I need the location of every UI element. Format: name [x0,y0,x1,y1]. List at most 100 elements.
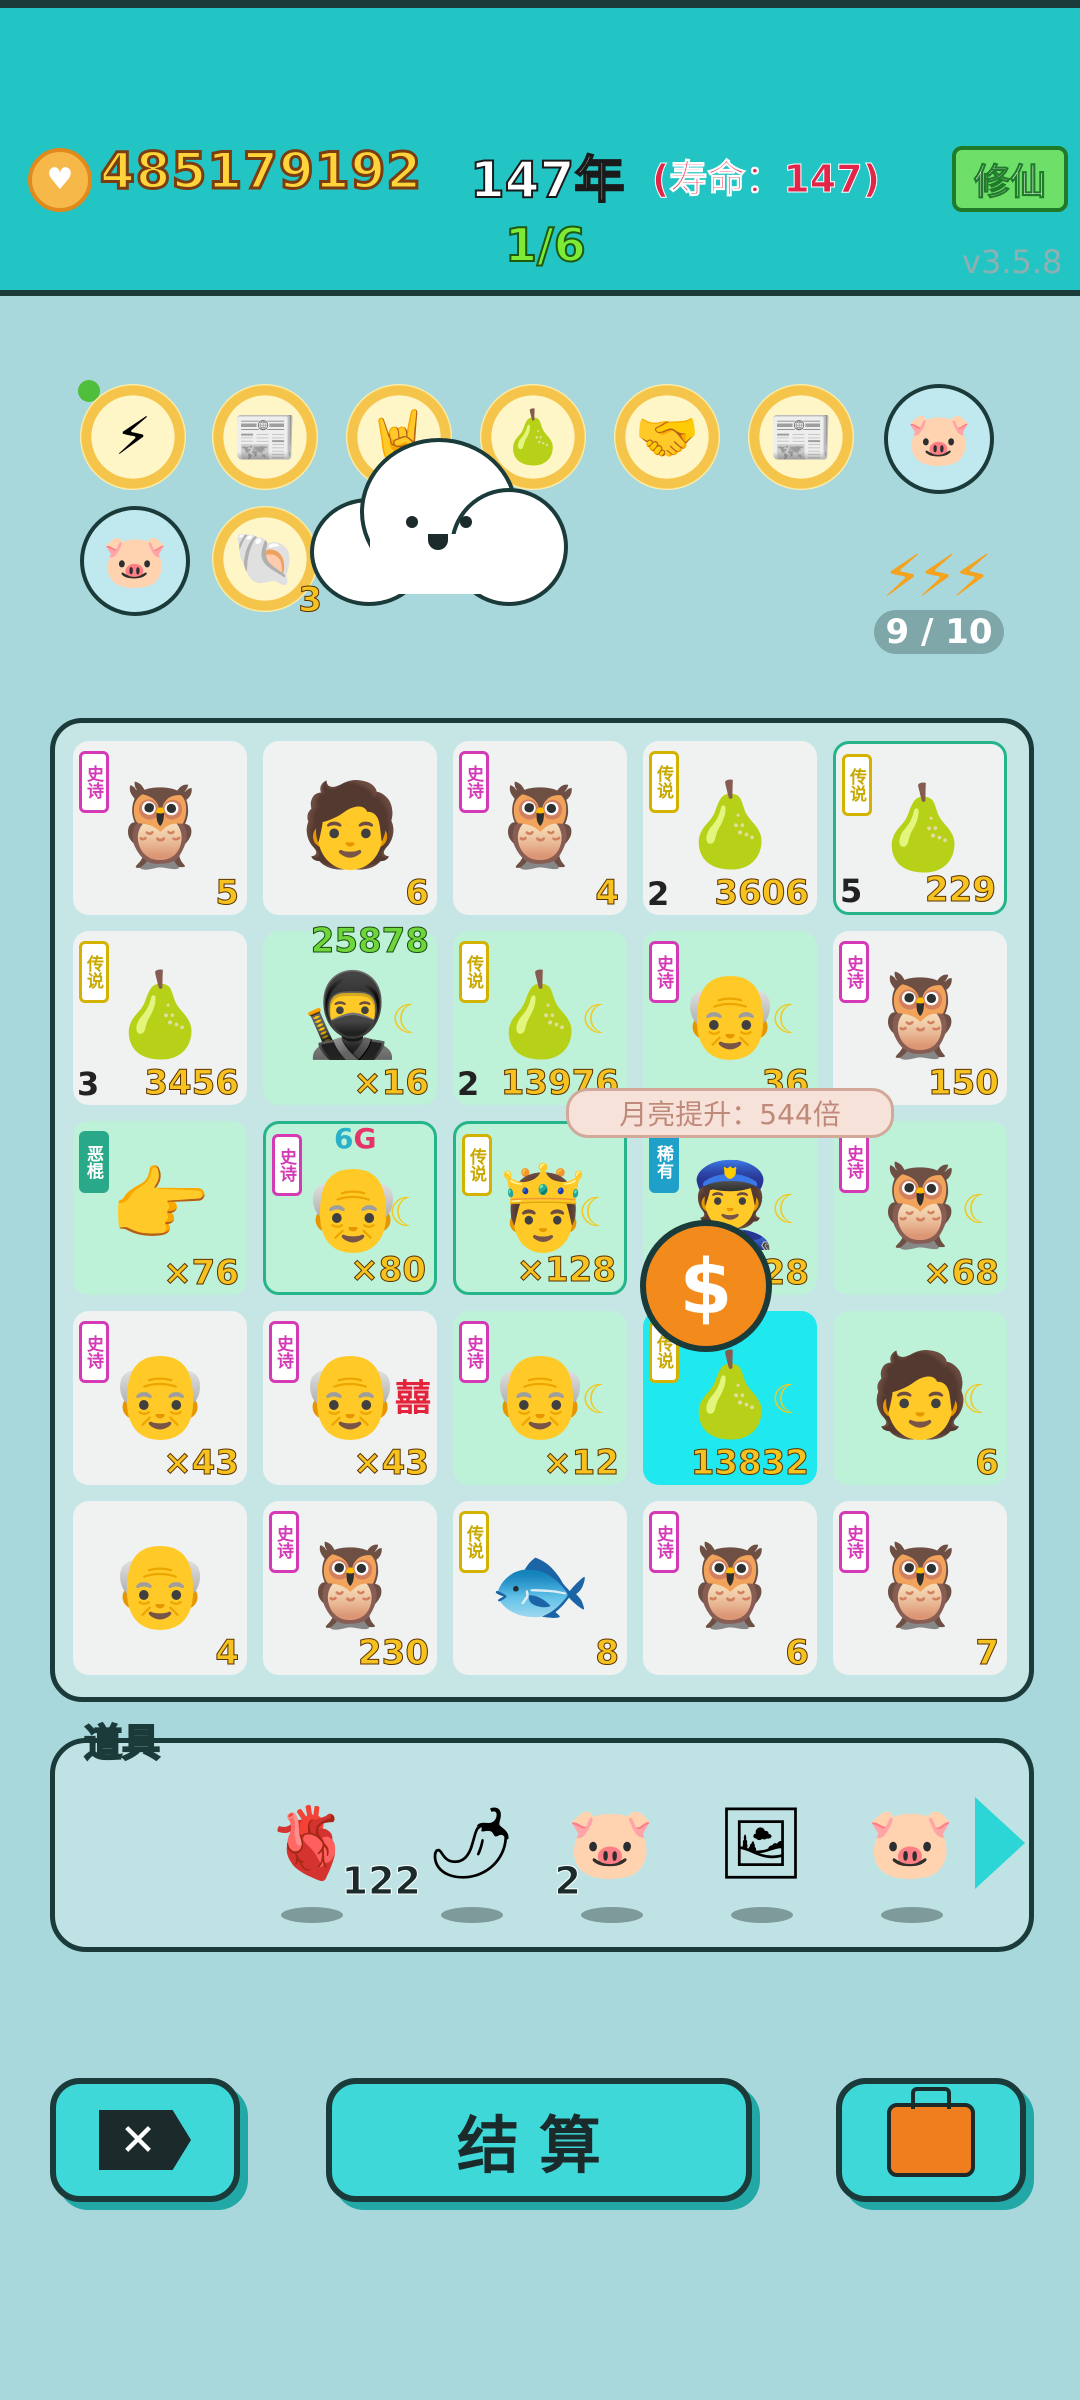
prop-glyph: 🐷 [567,1801,655,1884]
prop-glyph: 🖼 [716,1801,806,1884]
moon-icon: ☾ [961,1377,997,1423]
board-cell[interactable]: 🦉 史诗 ☾ ×68 [833,1121,1007,1295]
rarity-tag: 史诗 [79,1321,109,1383]
piggy-bank-icon[interactable]: 🐷 [561,1783,661,1923]
cell-value: 6 [405,873,430,914]
rarity-tag: 史诗 [649,941,679,1003]
cell-level: 3 [77,1065,100,1103]
inventory-button[interactable] [836,2078,1026,2202]
liver-icon[interactable]: 🫀 122 [261,1783,422,1923]
rarity-tag: 传说 [842,754,872,816]
thief-face-icon: 🥷 [298,968,402,1063]
board-cell[interactable]: 🧑 6 [263,741,437,915]
board-cell[interactable]: 🧑 ☾ 6 [833,1311,1007,1485]
double-happiness-icon: 囍 [394,1378,431,1419]
network-badge: 6G [334,1122,376,1155]
board-cell[interactable]: 👴 史诗 ☾ 6G ×80 [263,1121,437,1295]
old-man-face-icon: 👴 [488,1348,592,1443]
rarity-tag: 史诗 [459,751,489,813]
board-cell[interactable]: 🍐 传说 5 229 [833,741,1007,915]
owl-grandpa-icon: 🦉 [868,968,972,1063]
briefcase-icon [887,2087,975,2177]
rarity-tag: 史诗 [269,1321,299,1383]
piggy-bank-icon[interactable]: 🐷 [861,1783,961,1923]
rarity-tag: 史诗 [269,1511,299,1573]
pear-icon: 🍐 [871,781,975,876]
cell-level: 2 [457,1065,480,1103]
shell-icon[interactable]: 🐚 3 [212,506,322,621]
badge-glyph: ⚡ [114,407,152,467]
time-magazine-icon[interactable]: 📰 [212,384,318,490]
heart-coin-icon: ♥ [28,148,92,212]
bonus-value: 25878 [310,921,429,962]
rarity-tag: 史诗 [839,1131,869,1193]
piggy-bank-icon[interactable]: 🐷 [884,384,994,494]
rarity-tag: 史诗 [839,941,869,1003]
badge-glyph: 🐚 [232,529,298,590]
badge-glyph: 🐷 [906,409,972,470]
board-cell[interactable]: 🦉 史诗 7 [833,1501,1007,1675]
cell-value: ×16 [353,1063,430,1104]
cell-value: 230 [358,1633,430,1674]
time-magazine-icon[interactable]: 📰 [748,384,854,490]
rarity-tag: 传说 [79,941,109,1003]
dollar-coin-icon[interactable]: $ [640,1220,772,1352]
cell-value: ×68 [923,1253,1000,1294]
chili-pepper-icon[interactable]: 🌶 2 [421,1783,582,1923]
board-cell[interactable]: 👴 4 [73,1501,247,1675]
board-cell[interactable]: 👉 恶棍 ×76 [73,1121,247,1295]
rarity-tag: 传说 [459,1511,489,1573]
board-cell[interactable]: 🦉 史诗 6 [643,1501,817,1675]
moon-icon: ☾ [581,1377,617,1423]
board-cell[interactable]: 👴 史诗囍 ×43 [263,1311,437,1485]
grandpa-face-icon: 👴 [108,1538,212,1633]
board-cell[interactable]: 👴 史诗 ×43 [73,1311,247,1485]
owl-grandpa-icon: 🦉 [488,778,592,873]
prop-shadow [731,1907,793,1923]
pear-icon: 🍐 [678,778,782,873]
old-man-face-icon: 👴 [678,968,782,1063]
lightning-icon[interactable]: ⚡ [80,384,186,490]
board-cell[interactable]: 🦉 史诗 4 [453,741,627,915]
board-cell[interactable]: 🦉 史诗 230 [263,1501,437,1675]
prop-glyph: 🐷 [867,1801,955,1884]
handshake-icon[interactable]: 🤝 [614,384,720,490]
owl-grandpa-icon: 🦉 [298,1538,402,1633]
pointing-hand-icon: 👉 [108,1158,212,1253]
board-cell[interactable]: 🍐 传说 3 3456 [73,931,247,1105]
cell-value: 6 [975,1443,1000,1484]
board-cell[interactable]: 🥷 ☾ 25878 ×16 [263,921,437,1105]
current-year: 147年 [469,150,625,210]
board-cell[interactable]: 🤴 传说 ☾ ×128 [453,1121,627,1295]
man-face-icon: 🧑 [868,1348,972,1443]
owl-grandpa-icon: 🦉 [868,1538,972,1633]
energy-count: 9 / 10 [874,610,1004,654]
rarity-tag: 史诗 [272,1134,302,1196]
network-badge-letter: G [353,1122,377,1155]
cultivate-button[interactable]: 修仙 [952,146,1068,212]
exit-button[interactable]: ✕ [50,2078,240,2202]
piggy-bank-icon[interactable]: 🐷 [80,506,190,616]
framed-picture-icon[interactable]: 🖼 [711,1783,811,1923]
board-cell[interactable]: 👴 史诗 ☾ 36 [643,931,817,1105]
energy-bolts-icon: ⚡⚡⚡ [882,542,992,610]
next-arrow-icon[interactable] [975,1797,1025,1889]
board-cell[interactable]: 🍐 传说 ☾ 2 13976 [453,931,627,1105]
cell-value: 13832 [690,1443,809,1484]
board-cell[interactable]: 🐟 传说 8 [453,1501,627,1675]
badge-glyph: 🤝 [634,407,700,468]
board-cell[interactable]: 🦉 史诗 150 [833,931,1007,1105]
moon-icon: ☾ [771,1187,807,1233]
network-badge-number: 6 [334,1122,354,1155]
cell-value: 3606 [714,873,810,914]
board-cell[interactable]: 👴 史诗 ☾ ×12 [453,1311,627,1485]
board-cell[interactable]: 🍐 传说 2 3606 [643,741,817,915]
old-man-face-icon: 👴 [298,1348,402,1443]
settle-button[interactable]: 结算 [326,2078,752,2202]
rarity-tag: 传说 [649,751,679,813]
prop-shadow [581,1907,643,1923]
badge-glyph: 📰 [768,407,834,468]
rarity-tag: 传说 [459,941,489,1003]
cell-value: 5 [215,873,240,914]
board-cell[interactable]: 🦉 史诗 5 [73,741,247,915]
